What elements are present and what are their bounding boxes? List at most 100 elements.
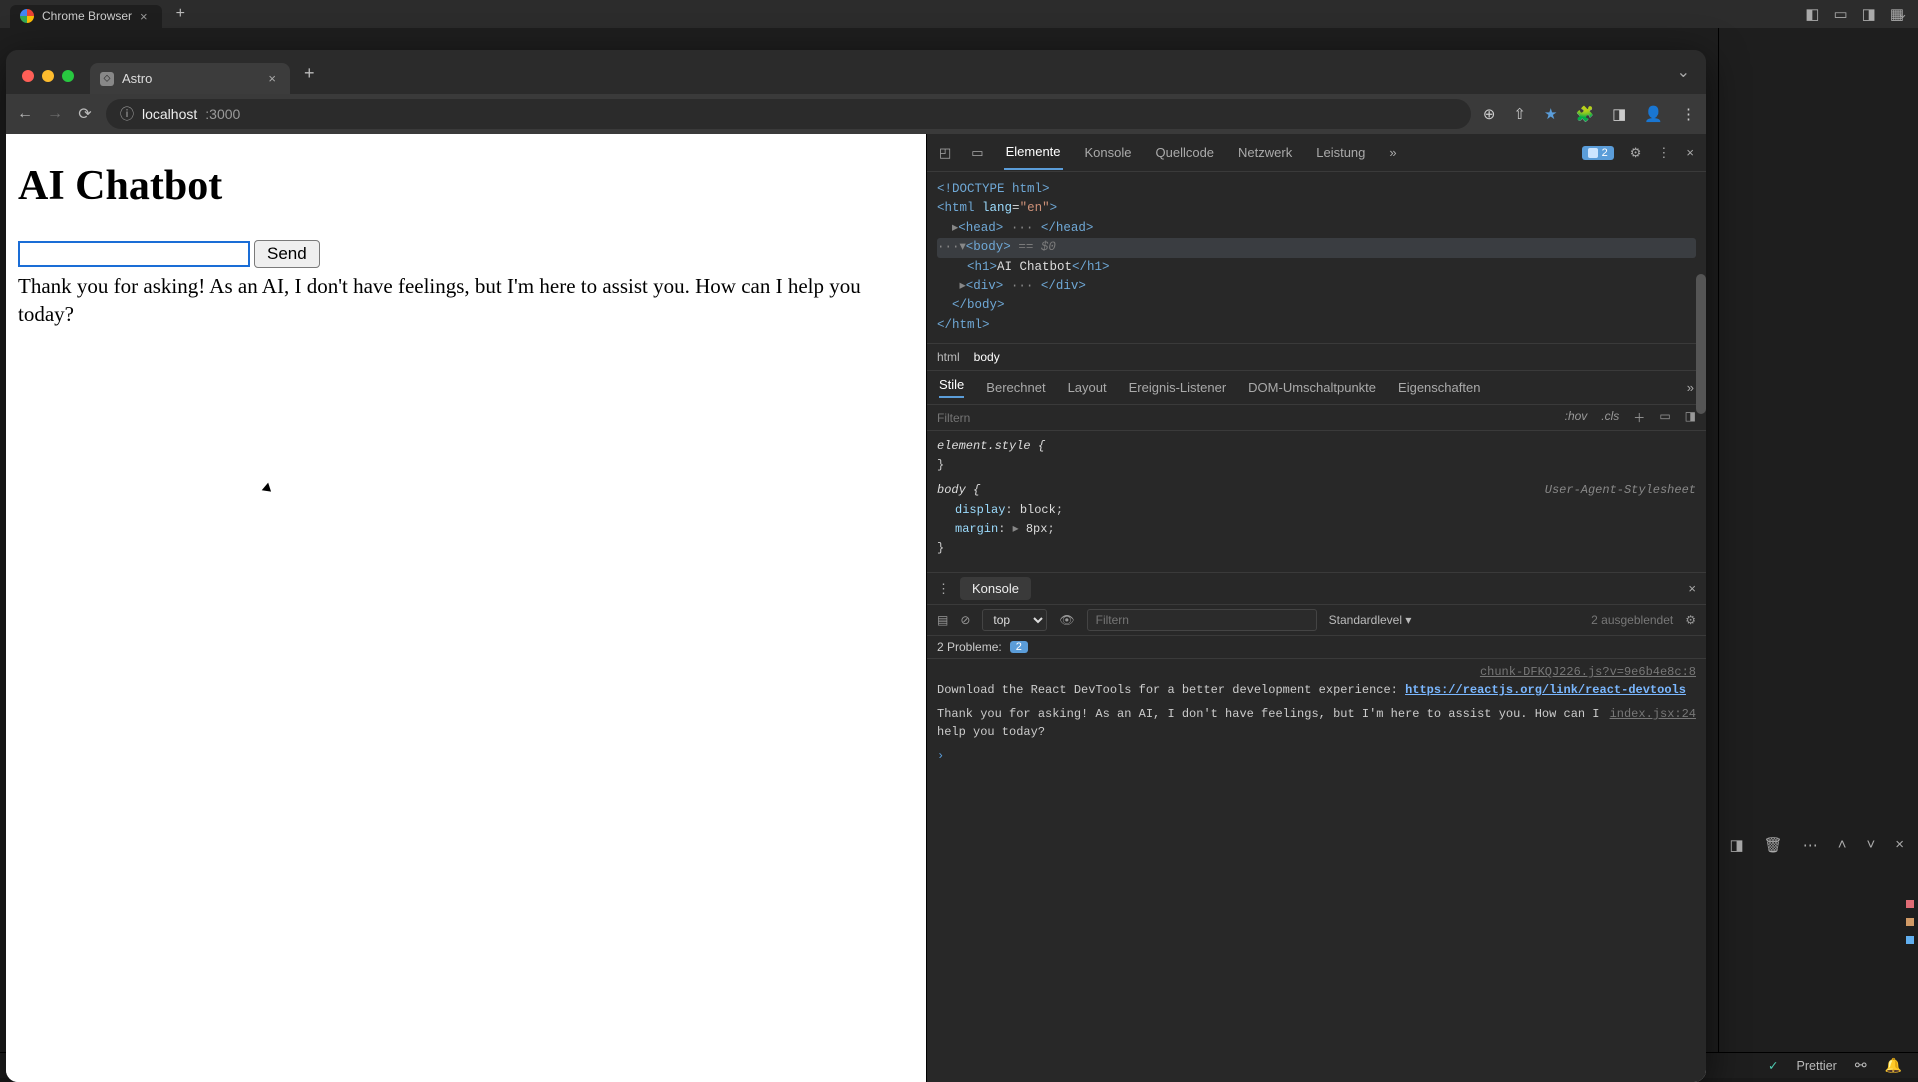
new-style-rule-icon[interactable]: ＋ — [1633, 409, 1645, 426]
console-src-1[interactable]: chunk-DFKQJ226.js?v=9e6b4e8c:8 — [1480, 663, 1696, 681]
sidepanel-icon[interactable]: ◨ — [1612, 105, 1626, 123]
chevron-up-icon[interactable]: ˄ — [1838, 836, 1847, 854]
host-right-panel — [1718, 28, 1918, 1078]
minimize-window-icon[interactable] — [42, 70, 54, 82]
devtools-settings-icon[interactable]: ⚙ — [1630, 145, 1642, 161]
devtools-close-icon[interactable]: × — [1686, 145, 1694, 160]
console-level-select[interactable]: Standardlevel ▾ — [1329, 613, 1412, 627]
console-drawer-tab[interactable]: Konsole — [960, 577, 1031, 600]
styles-tab-stile[interactable]: Stile — [939, 377, 964, 398]
chevron-down-icon[interactable]: ˅ — [1866, 836, 1875, 854]
devtools-tab-performance[interactable]: Leistung — [1314, 136, 1367, 169]
trash-icon[interactable]: 🗑 — [1764, 836, 1783, 854]
host-tab-title: Chrome Browser — [42, 9, 132, 23]
style-ua-label: User-Agent-Stylesheet — [1545, 481, 1696, 500]
devtools-scrollbar[interactable] — [1696, 274, 1706, 634]
extensions-icon[interactable]: 🧩 — [1575, 105, 1594, 123]
hov-toggle[interactable]: :hov — [1565, 409, 1588, 426]
elements-tree[interactable]: <!DOCTYPE html> <html lang="en"> ▸<head>… — [927, 172, 1706, 344]
chrome-tabs-chevron-icon[interactable]: ⌄ — [1677, 62, 1690, 82]
site-info-icon[interactable]: ⓘ — [120, 104, 134, 124]
console-drawer-menu-icon[interactable]: ⋮ — [937, 581, 950, 597]
console-src-2[interactable]: index.jsx:24 — [1610, 705, 1696, 723]
breadcrumb-body[interactable]: body — [974, 350, 1000, 364]
share-icon[interactable]: ⇧ — [1513, 105, 1526, 123]
console-drawer-close-icon[interactable]: × — [1688, 581, 1696, 596]
console-body[interactable]: chunk-DFKQJ226.js?v=9e6b4e8c:8 Download … — [927, 659, 1706, 1082]
console-prompt-icon[interactable]: › — [937, 749, 944, 763]
console-clear-icon[interactable]: ⊘ — [960, 613, 970, 627]
devtools-tab-console[interactable]: Konsole — [1083, 136, 1134, 169]
back-icon[interactable]: ← — [16, 105, 34, 123]
console-settings-icon[interactable]: ⚙ — [1685, 613, 1696, 627]
bookmark-icon[interactable]: ★ — [1544, 105, 1557, 123]
console-sidebar-icon[interactable]: ▤ — [937, 613, 948, 627]
console-hidden-count[interactable]: 2 ausgeblendet — [1591, 613, 1673, 627]
status-bell-icon[interactable]: 🔔 — [1885, 1057, 1902, 1074]
console-drawer-header: ⋮ Konsole × — [927, 573, 1706, 605]
host-new-tab-icon[interactable]: + — [176, 5, 185, 23]
menu-icon[interactable]: ⋮ — [1681, 105, 1696, 123]
console-msg-1a: Download the React DevTools for a better… — [937, 683, 1405, 697]
chrome-tab-close-icon[interactable]: × — [268, 71, 276, 86]
styles-tab-layout[interactable]: Layout — [1068, 380, 1107, 395]
styles-body[interactable]: element.style { } body { User-Agent-Styl… — [927, 431, 1706, 573]
console-problems-bar[interactable]: 2 Probleme: 2 — [927, 636, 1706, 659]
panel-right-icon[interactable]: ◨ — [1729, 836, 1743, 854]
address-bar[interactable]: ⓘ localhost:3000 — [106, 99, 1471, 129]
profile-icon[interactable]: 👤 — [1644, 105, 1663, 123]
chrome-toolbar: ← → ⟳ ⓘ localhost:3000 ⊕ ⇧ ★ 🧩 ◨ 👤 ⋮ — [6, 94, 1706, 134]
close-window-icon[interactable] — [22, 70, 34, 82]
devtools-tabs-more-icon[interactable]: » — [1387, 136, 1398, 169]
zoom-icon[interactable]: ⊕ — [1483, 105, 1496, 123]
more-icon[interactable]: ⋯ — [1803, 836, 1818, 854]
layout-4-icon[interactable]: ▦ — [1890, 5, 1904, 23]
devtools-menu-icon[interactable]: ⋮ — [1657, 145, 1670, 161]
styles-print-icon[interactable]: ▭ — [1659, 409, 1670, 426]
chrome-new-tab-icon[interactable]: + — [304, 63, 315, 84]
console-context-select[interactable]: top — [982, 609, 1047, 631]
styles-tabs-more-icon[interactable]: » — [1687, 380, 1694, 395]
styles-panel-icon[interactable]: ◨ — [1685, 409, 1696, 426]
styles-tab-props[interactable]: Eigenschaften — [1398, 380, 1480, 395]
host-tab[interactable]: Chrome Browser × — [10, 5, 162, 28]
devtools-issues-badge[interactable]: 2 — [1582, 146, 1614, 160]
layout-1-icon[interactable]: ◧ — [1805, 5, 1819, 23]
close-icon[interactable]: × — [1895, 836, 1904, 854]
chat-input[interactable] — [18, 241, 250, 267]
status-broadcast-icon[interactable]: ⚯ — [1855, 1057, 1867, 1074]
styles-tab-listener[interactable]: Ereignis-Listener — [1129, 380, 1227, 395]
astro-favicon-icon: ⬦ — [100, 72, 114, 86]
reload-icon[interactable]: ⟳ — [76, 104, 94, 124]
inspect-icon[interactable]: ◰ — [939, 145, 951, 161]
styles-tab-berechnet[interactable]: Berechnet — [986, 380, 1045, 395]
layout-3-icon[interactable]: ◨ — [1862, 5, 1876, 23]
send-button[interactable]: Send — [254, 240, 320, 268]
breadcrumb-html[interactable]: html — [937, 350, 960, 364]
chrome-tab[interactable]: ⬦ Astro × — [90, 63, 290, 94]
devtools-tab-network[interactable]: Netzwerk — [1236, 136, 1294, 169]
maximize-window-icon[interactable] — [62, 70, 74, 82]
cls-toggle[interactable]: .cls — [1601, 409, 1619, 426]
gutter-info-icon — [1906, 936, 1914, 944]
layout-2-icon[interactable]: ▭ — [1833, 5, 1847, 23]
problems-badge: 2 — [1010, 641, 1028, 653]
devtools-tab-elements[interactable]: Elemente — [1004, 135, 1063, 170]
host-tab-close-icon[interactable]: × — [140, 9, 148, 24]
devtools-tab-sources[interactable]: Quellcode — [1154, 136, 1217, 169]
device-icon[interactable]: ▭ — [971, 145, 983, 161]
prop-display: display — [955, 503, 1005, 517]
elements-breadcrumb[interactable]: html body — [927, 344, 1706, 371]
styles-filter-bar: :hov .cls ＋ ▭ ◨ — [927, 405, 1706, 431]
url-host: localhost — [142, 106, 197, 122]
dom-doctype: <!DOCTYPE html> — [937, 182, 1050, 196]
status-prettier[interactable]: Prettier — [1797, 1059, 1837, 1073]
console-filter-input[interactable] — [1087, 609, 1317, 631]
console-link-1[interactable]: https://reactjs.org/link/react-devtools — [1405, 683, 1686, 697]
forward-icon[interactable]: → — [46, 105, 64, 123]
styles-tab-dom[interactable]: DOM-Umschaltpunkte — [1248, 380, 1376, 395]
val-margin: 8px — [1026, 522, 1048, 536]
console-drawer: ⋮ Konsole × ▤ ⊘ top 👁 Standardlevel ▾ 2 — [927, 573, 1706, 1082]
console-live-icon[interactable]: 👁 — [1059, 613, 1074, 627]
styles-filter-input[interactable] — [937, 411, 1555, 425]
